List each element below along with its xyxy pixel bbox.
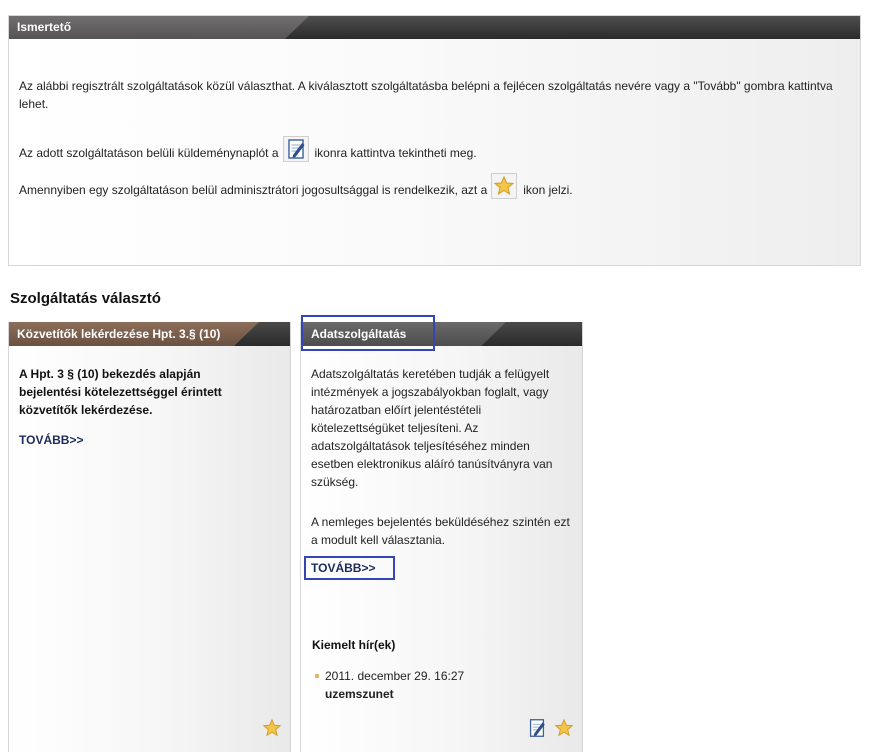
card-description: Adatszolgáltatás keretében tudják a felü… [311, 367, 553, 489]
info-paragraph-2-after: ikonra kattintva tekintheti meg. [314, 146, 477, 161]
info-title: Ismertető [17, 20, 72, 34]
admin-star-icon [553, 717, 575, 739]
info-paragraph-2-before: Az adott szolgáltatáson belüli küldemény… [19, 146, 279, 161]
info-header: Ismertető [9, 16, 860, 39]
info-paragraph-3: Amennyiben egy szolgáltatáson belül admi… [19, 173, 573, 204]
info-paragraph-1: Az alábbi regisztrált szolgáltatások köz… [19, 79, 833, 111]
more-link[interactable]: TOVÁBB>> [311, 561, 375, 575]
more-link[interactable]: TOVÁBB>> [19, 433, 83, 447]
news-bullet [315, 674, 319, 678]
service-card-data-reporting: Adatszolgáltatás Adatszolgáltatás kereté… [300, 315, 583, 752]
news-link[interactable]: uzemszunet [325, 685, 394, 703]
info-panel: Ismertető Az alábbi regisztrált szolgált… [8, 15, 861, 266]
info-paragraph-3-before: Amennyiben egy szolgáltatáson belül admi… [19, 183, 488, 198]
admin-star-icon [261, 717, 283, 739]
card-header[interactable]: Adatszolgáltatás [301, 322, 582, 346]
news-date: 2011. december 29. 16:27 [325, 669, 465, 683]
info-paragraph-3-after: ikon jelzi. [523, 183, 573, 198]
info-paragraph-2: Az adott szolgáltatáson belüli küldemény… [19, 136, 477, 167]
admin-star-icon [491, 173, 518, 199]
card-header[interactable]: Közvetítők lekérdezése Hpt. 3.§ (10) [9, 322, 290, 346]
edit-log-icon[interactable] [526, 717, 548, 739]
selector-title: Szolgáltatás választó [10, 290, 161, 307]
card-title[interactable]: Közvetítők lekérdezése Hpt. 3.§ (10) [17, 327, 220, 341]
card-description: A Hpt. 3 § (10) bekezdés alapján bejelen… [19, 367, 222, 417]
card-description-2: A nemleges bejelentés beküldéséhez szint… [311, 515, 570, 547]
news-title: Kiemelt hír(ek) [312, 638, 396, 652]
service-card-intermediaries: Közvetítők lekérdezése Hpt. 3.§ (10) A H… [8, 322, 291, 752]
edit-log-icon [282, 136, 309, 162]
card-title[interactable]: Adatszolgáltatás [311, 327, 406, 341]
